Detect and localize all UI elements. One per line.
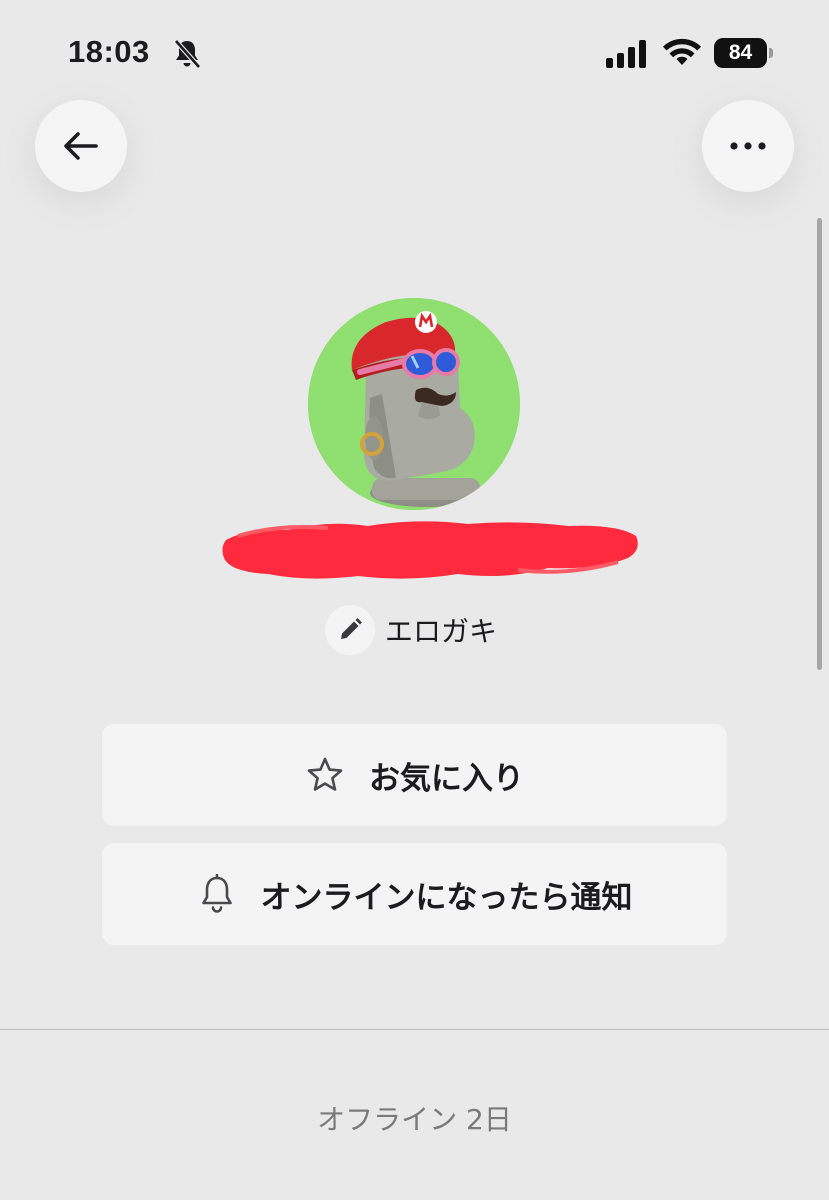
- name-redaction-scribble: [222, 521, 638, 579]
- avatar[interactable]: [308, 298, 520, 510]
- arrow-left-icon: [64, 132, 98, 160]
- pencil-icon: [341, 618, 362, 639]
- battery-level: 84: [728, 41, 753, 64]
- more-options-button[interactable]: [702, 100, 794, 192]
- status-time: 18:03: [68, 34, 150, 69]
- back-button[interactable]: [35, 100, 127, 192]
- character-avatar-image: [308, 298, 520, 510]
- battery-icon: 84: [714, 38, 773, 68]
- notify-online-label: オンラインになったら通知: [260, 879, 633, 916]
- offline-status-text: オフライン 2日: [317, 1103, 512, 1136]
- cellular-signal-icon: [606, 40, 646, 68]
- wifi-icon: [663, 38, 701, 65]
- ellipsis-icon: [730, 142, 766, 150]
- scrollbar[interactable]: [817, 218, 822, 670]
- nickname-text: エロガキ: [385, 615, 498, 648]
- nickname-row: エロガキ: [325, 605, 497, 655]
- star-outline-icon: [307, 757, 343, 791]
- notify-online-button[interactable]: オンラインになったら通知: [102, 843, 727, 945]
- bell-slash-icon: [174, 39, 201, 69]
- edit-nickname-button[interactable]: [325, 605, 375, 655]
- favorite-label: お気に入り: [369, 760, 524, 797]
- status-bar: 18:03 84: [0, 0, 829, 110]
- favorite-button[interactable]: お気に入り: [102, 724, 727, 826]
- bell-outline-icon: [201, 874, 232, 913]
- profile-screen: 18:03 84 エロガキ お気に入り オンラインになったら通知 オフライン 2…: [0, 0, 829, 1200]
- divider: [0, 1029, 829, 1030]
